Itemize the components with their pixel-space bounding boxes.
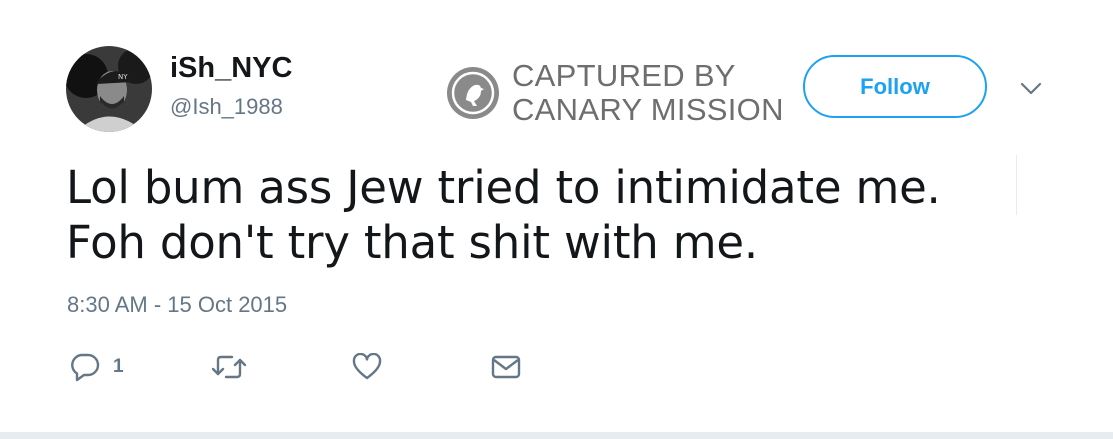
watermark-text: CAPTURED BY CANARY MISSION	[512, 59, 784, 127]
envelope-icon	[491, 355, 521, 379]
follow-button[interactable]: Follow	[803, 55, 987, 118]
tweet-text: Lol bum ass Jew tried to intimidate me. …	[66, 161, 941, 269]
divider	[1016, 155, 1017, 215]
watermark-line-2: CANARY MISSION	[512, 92, 784, 127]
bottom-divider	[0, 432, 1113, 439]
reply-button[interactable]: 1	[69, 350, 124, 384]
svg-text:NY: NY	[118, 73, 128, 81]
reply-count: 1	[113, 356, 124, 377]
tweet-timestamp[interactable]: 8:30 AM - 15 Oct 2015	[67, 292, 287, 318]
avatar[interactable]: NY	[66, 46, 152, 132]
canary-bird-icon	[447, 67, 499, 119]
watermark-line-1: CAPTURED BY	[512, 58, 736, 93]
user-handle[interactable]: @Ish_1988	[170, 94, 283, 120]
display-name[interactable]: iSh_NYC	[170, 52, 292, 85]
canary-mission-watermark: CAPTURED BY CANARY MISSION	[446, 59, 784, 127]
reply-icon	[71, 353, 100, 382]
heart-icon	[352, 353, 382, 380]
retweet-icon	[212, 355, 246, 379]
direct-message-button[interactable]	[491, 350, 521, 384]
retweet-button[interactable]	[212, 350, 246, 384]
like-button[interactable]	[352, 350, 382, 384]
tweet-card: NY iSh_NYC @Ish_1988 CAPTURED BY CANARY …	[0, 0, 1113, 439]
chevron-down-icon[interactable]	[1019, 78, 1043, 98]
